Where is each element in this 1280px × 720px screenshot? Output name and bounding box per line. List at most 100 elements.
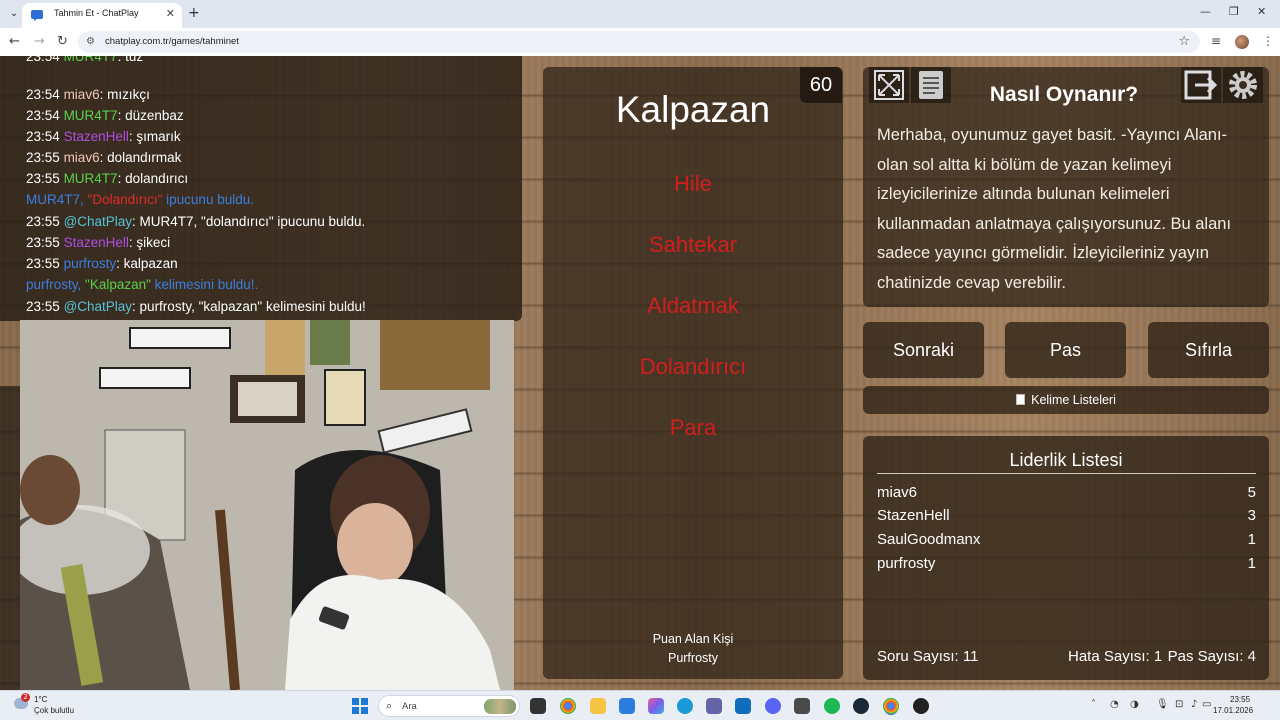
search-icon: ⌕ xyxy=(386,699,393,712)
discord-icon[interactable] xyxy=(765,698,781,714)
fullscreen-icon xyxy=(874,70,904,100)
forward-icon[interactable]: → xyxy=(34,34,45,49)
chat-user: purfrosty, xyxy=(26,277,82,292)
chat-text: : şikeci xyxy=(128,235,171,250)
chat-user: miav6 xyxy=(63,150,100,165)
chat-user: purfrosty xyxy=(63,256,117,271)
weather-temperature: 1°C xyxy=(34,695,48,704)
task-view-icon[interactable] xyxy=(530,698,546,714)
chat-system-message: purfrosty, "Kalpazan" kelimesini buldu!. xyxy=(26,277,258,292)
leaderboard-row: StazenHell 3 xyxy=(877,507,1256,529)
windows-start-icon[interactable] xyxy=(352,698,368,714)
search-placeholder: Ara xyxy=(402,701,417,712)
address-bar-row: ← → ↻ ⚙ chatplay.com.tr/games/tahminet ☆… xyxy=(0,28,1280,56)
teams-icon[interactable] xyxy=(706,698,722,714)
game-page: 23:54 MUR4T7: tuz 23:54 miav6: mızıkçı 2… xyxy=(0,56,1280,690)
document-icon xyxy=(1016,394,1026,405)
profile-avatar[interactable] xyxy=(1235,35,1249,49)
question-count: Soru Sayısı: 11 xyxy=(877,648,979,665)
copilot-icon[interactable] xyxy=(648,698,664,714)
menu-kebab-icon[interactable]: ⋮ xyxy=(1262,34,1274,48)
chat-text: : şımarık xyxy=(128,129,181,144)
outlook-icon[interactable] xyxy=(735,698,751,714)
chat-user: MUR4T7 xyxy=(63,171,118,186)
tab-search-icon[interactable]: ⌄ xyxy=(6,6,22,22)
back-icon[interactable]: ← xyxy=(9,34,20,49)
settings-button[interactable] xyxy=(1223,67,1263,103)
media-icon[interactable]: ≡ xyxy=(1211,34,1221,48)
chrome-icon[interactable] xyxy=(560,698,576,714)
reset-button[interactable]: Sıfırla xyxy=(1148,322,1269,378)
leaderboard-row: purfrosty 1 xyxy=(877,555,1256,577)
chat-time: 23:55 xyxy=(26,171,60,186)
fullscreen-button[interactable] xyxy=(869,67,909,103)
restore-icon[interactable]: ❐ xyxy=(1229,5,1239,18)
exit-button[interactable] xyxy=(1181,67,1221,103)
chat-line: 23:54 StazenHell: şımarık xyxy=(26,129,181,144)
scorer-label: Puan Alan Kişi xyxy=(652,632,734,646)
minimize-icon[interactable]: — xyxy=(1200,5,1211,18)
tray-chevron-icon[interactable]: ˄ xyxy=(1091,699,1096,710)
how-to-play-title: Nasıl Oynanır? xyxy=(989,83,1139,106)
battery-icon[interactable]: ▭ xyxy=(1202,699,1211,710)
search-highlight-image xyxy=(484,699,516,714)
notes-button[interactable] xyxy=(911,67,951,103)
player-score: 5 xyxy=(1247,484,1256,501)
taskbar-search[interactable]: ⌕ Ara xyxy=(378,695,520,717)
browser-tab-bar: ⌄ Tahmin Et - ChatPlay ✕ + — ❐ ✕ xyxy=(0,0,1280,28)
chat-time: 23:55 xyxy=(26,256,60,271)
chat-text: : düzenbaz xyxy=(117,108,184,123)
store-icon[interactable] xyxy=(619,698,635,714)
tray-app-icon[interactable]: ◔ xyxy=(1110,699,1119,710)
next-button[interactable]: Sonraki xyxy=(863,322,984,378)
clock-time[interactable]: 23:55 xyxy=(1230,695,1250,704)
word-lists-label: Kelime Listeleri xyxy=(1031,393,1116,407)
network-icon[interactable]: ⊡ xyxy=(1175,699,1183,710)
leaderboard-title: Liderlik Listesi xyxy=(1009,450,1123,470)
chat-time: 23:55 xyxy=(26,235,60,250)
how-to-play-text: Merhaba, oyunumuz gayet basit. -Yayıncı … xyxy=(877,126,1232,292)
window-close-icon[interactable]: ✕ xyxy=(1257,5,1266,18)
chat-line: 23:55 @ChatPlay: purfrosty, "kalpazan" k… xyxy=(26,299,366,314)
clock-date[interactable]: 17.01.2026 xyxy=(1213,706,1253,715)
how-to-play-panel: Nasıl Oynanır? Merhaba, oyunumuz gayet b… xyxy=(863,67,1269,307)
browser-tab[interactable]: Tahmin Et - ChatPlay ✕ xyxy=(22,3,182,28)
chat-user: MUR4T7 xyxy=(63,56,118,64)
chat-text: kelimesini buldu!. xyxy=(150,277,259,292)
chrome-active-icon[interactable] xyxy=(883,698,899,714)
microphone-icon[interactable]: 🎙 xyxy=(1156,699,1169,710)
chat-highlight: "Kalpazan" xyxy=(85,277,151,292)
url-field[interactable]: ⚙ chatplay.com.tr/games/tahminet ☆ xyxy=(78,31,1200,53)
main-word: Kalpazan xyxy=(615,89,771,130)
chat-user: @ChatPlay xyxy=(63,299,133,314)
chat-text: : kalpazan xyxy=(116,256,178,271)
chat-highlight: "Dolandırıcı" xyxy=(87,192,163,207)
obs-icon[interactable] xyxy=(913,698,929,714)
chatplay-favicon-icon xyxy=(31,10,43,21)
chat-line: 23:55 @ChatPlay: MUR4T7, "dolandırıcı" i… xyxy=(26,214,365,229)
error-count: Hata Sayısı: 1 xyxy=(1068,648,1163,665)
webcam-image xyxy=(20,320,514,690)
exit-icon xyxy=(1184,70,1218,100)
chat-text: : MUR4T7, "dolandırıcı" ipucunu buldu. xyxy=(132,214,366,229)
spotify-icon[interactable] xyxy=(824,698,840,714)
pass-button[interactable]: Pas xyxy=(1005,322,1126,378)
pass-count: Pas Sayısı: 4 xyxy=(1167,648,1256,665)
chat-time: 23:55 xyxy=(26,299,60,314)
edge-icon[interactable] xyxy=(677,698,693,714)
reload-icon[interactable]: ↻ xyxy=(57,34,68,49)
chat-overlay: 23:54 MUR4T7: tuz 23:54 miav6: mızıkçı 2… xyxy=(0,56,522,321)
player-score: 3 xyxy=(1247,507,1256,524)
word-lists-button[interactable]: Kelime Listeleri xyxy=(863,386,1269,414)
new-tab-icon[interactable]: + xyxy=(188,5,200,21)
volume-icon[interactable]: ♪ xyxy=(1191,699,1197,710)
chat-user: MUR4T7 xyxy=(63,108,118,123)
file-explorer-icon[interactable] xyxy=(590,698,606,714)
tab-close-icon[interactable]: ✕ xyxy=(166,7,175,20)
site-info-icon[interactable]: ⚙ xyxy=(86,36,98,48)
monitor-app-icon[interactable] xyxy=(794,698,810,714)
tray-app-icon[interactable]: ◑ xyxy=(1130,699,1139,710)
forbidden-word: Aldatmak xyxy=(647,293,739,318)
bookmark-star-icon[interactable]: ☆ xyxy=(1178,34,1190,49)
steam-icon[interactable] xyxy=(853,698,869,714)
